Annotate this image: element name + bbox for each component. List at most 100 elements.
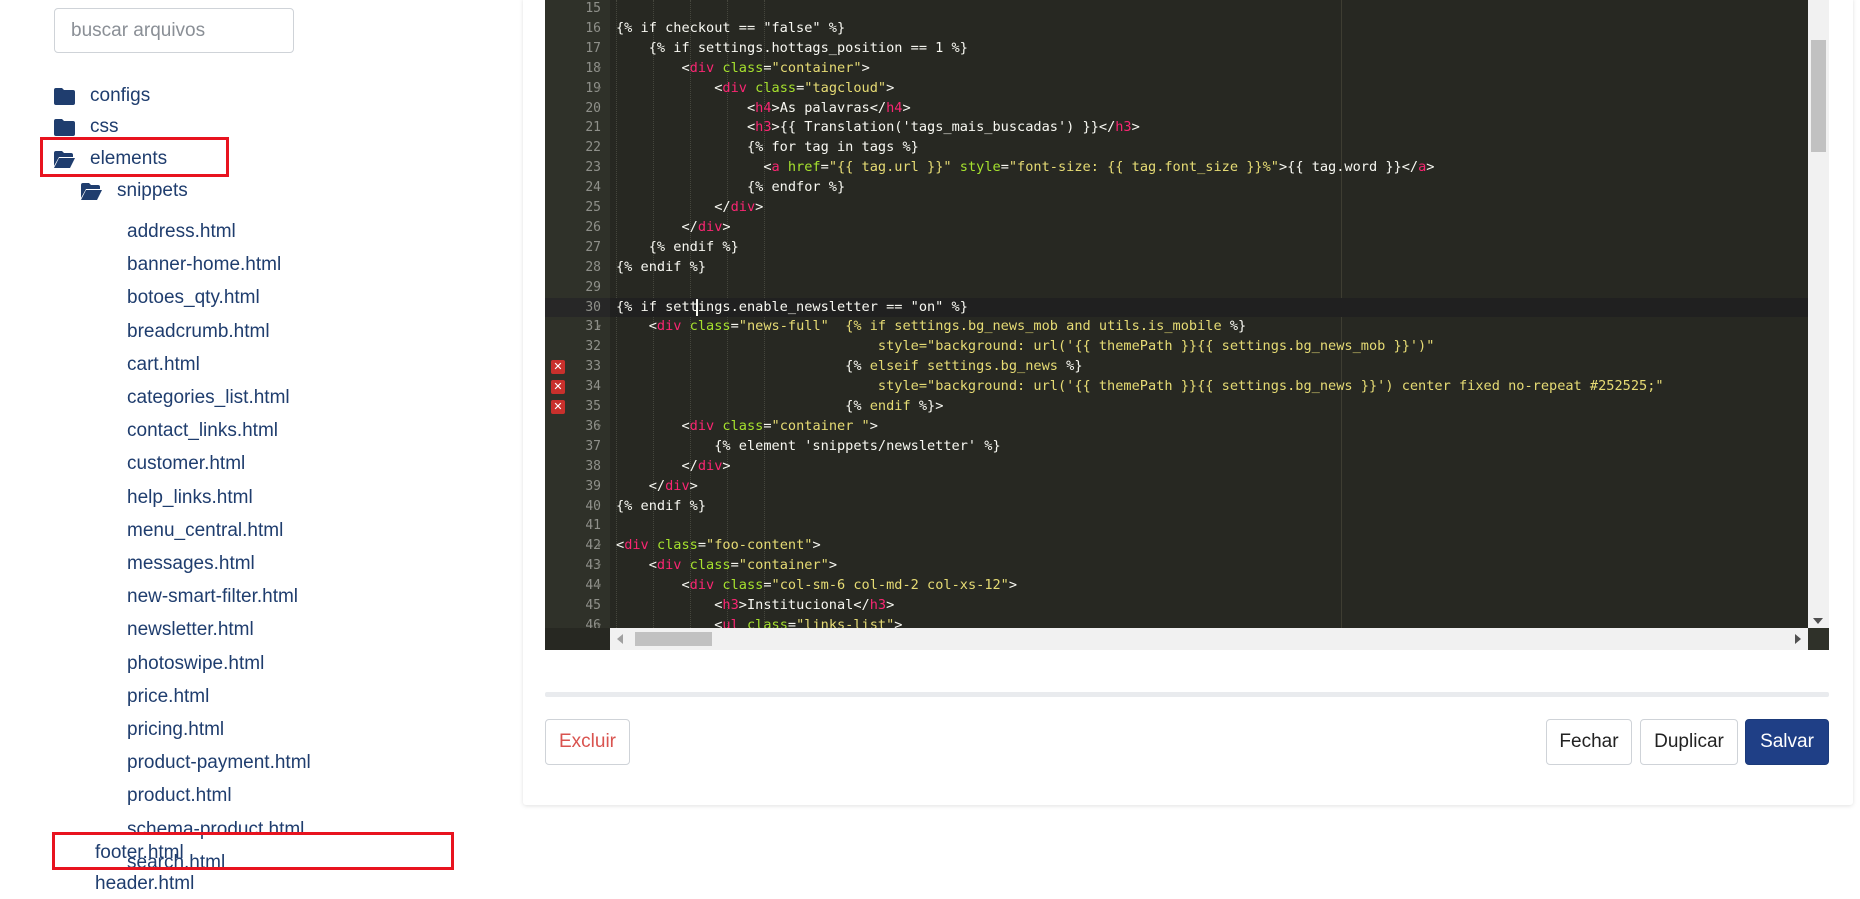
file-item[interactable]: banner-home.html bbox=[127, 250, 281, 280]
code-editor[interactable]: 15 16 17 18 ▾ 19 ▾ 20 21 22 23 24 25 26 27 28 29 30 31 ▾ 32 3… bbox=[545, 0, 1829, 650]
file-item[interactable]: breadcrumb.html bbox=[127, 317, 270, 347]
code-line: <div class="container "> bbox=[616, 417, 877, 436]
code-token: {% endif %} bbox=[616, 258, 707, 275]
fold-arrow-icon[interactable]: ▾ bbox=[597, 317, 607, 336]
error-icon[interactable]: ✕ bbox=[551, 379, 565, 394]
file-label: new-smart-filter.html bbox=[127, 586, 299, 607]
fold-arrow-icon[interactable]: ▾ bbox=[597, 59, 607, 78]
search-files-input[interactable] bbox=[54, 8, 294, 53]
code-token: = bbox=[1000, 159, 1009, 176]
fold-arrow-icon[interactable]: ▾ bbox=[597, 417, 607, 436]
code-token: elseif settings.bg_news bbox=[869, 358, 1058, 375]
code-token: div bbox=[624, 537, 649, 554]
horizontal-scrollbar-thumb[interactable] bbox=[635, 632, 712, 646]
code-token: h3 bbox=[722, 597, 739, 613]
code-token: "{{ tag.url }}" bbox=[828, 159, 952, 176]
file-item[interactable]: botoes_qty.html bbox=[127, 283, 260, 313]
code-token: href bbox=[787, 159, 821, 176]
file-item[interactable]: price.html bbox=[127, 682, 209, 712]
code-token: class bbox=[689, 557, 731, 574]
file-item[interactable]: customer.html bbox=[127, 449, 245, 479]
code-token: > bbox=[828, 557, 837, 574]
close-button[interactable]: Fechar bbox=[1546, 719, 1632, 765]
file-item[interactable]: product-payment.html bbox=[127, 748, 311, 778]
editor-gutter: 15 16 17 18 ▾ 19 ▾ 20 21 22 23 24 25 26 27 28 29 30 31 ▾ 32 3… bbox=[545, 0, 610, 628]
fold-arrow-icon[interactable]: ▾ bbox=[597, 79, 607, 98]
fold-arrow-icon[interactable]: ▾ bbox=[597, 616, 607, 628]
code-token: h3 bbox=[869, 597, 887, 613]
code-token: < bbox=[616, 99, 756, 116]
file-item[interactable]: product.html bbox=[127, 781, 232, 811]
fold-arrow-icon[interactable]: ▾ bbox=[597, 576, 607, 595]
save-button[interactable]: Salvar bbox=[1745, 719, 1829, 765]
line-number: 40 bbox=[585, 498, 601, 514]
file-item[interactable]: new-smart-filter.html bbox=[127, 582, 298, 612]
code-token: </ bbox=[616, 477, 666, 494]
fold-arrow-icon[interactable]: ▾ bbox=[597, 536, 607, 555]
code-token: >Institucional</ bbox=[738, 597, 870, 613]
horizontal-scrollbar[interactable] bbox=[610, 628, 1808, 650]
folder-snippets[interactable]: snippets bbox=[81, 176, 188, 206]
file-footer-html[interactable]: footer.html bbox=[95, 838, 184, 868]
code-token: {% bbox=[616, 398, 870, 414]
file-label: header.html bbox=[95, 873, 195, 894]
file-label: messages.html bbox=[127, 553, 255, 574]
code-token: ul bbox=[722, 616, 739, 628]
scroll-right-arrow-icon[interactable] bbox=[1795, 634, 1801, 644]
line-number: 46 bbox=[585, 617, 601, 628]
code-line: style="background: url('{{ themePath }}{… bbox=[616, 337, 1435, 356]
file-item[interactable]: pricing.html bbox=[127, 715, 224, 745]
line-number: 44 bbox=[585, 578, 601, 594]
code-token: %}> bbox=[910, 398, 944, 414]
code-token: > bbox=[886, 79, 895, 96]
file-item[interactable]: newsletter.html bbox=[127, 615, 254, 645]
code-token: {% endif %} bbox=[616, 238, 739, 255]
scroll-down-arrow-icon[interactable] bbox=[1813, 618, 1823, 624]
folder-css[interactable]: css bbox=[54, 112, 119, 142]
divider bbox=[545, 692, 1829, 697]
scroll-left-arrow-icon[interactable] bbox=[617, 634, 623, 644]
vertical-scrollbar-thumb[interactable] bbox=[1811, 40, 1826, 152]
vertical-scrollbar[interactable] bbox=[1808, 0, 1829, 628]
code-token: >{{ Translation('tags_mais_buscadas') }}… bbox=[771, 119, 1116, 136]
code-token: > bbox=[722, 218, 731, 235]
code-token: < bbox=[616, 318, 657, 335]
fold-arrow-icon[interactable]: ▾ bbox=[597, 556, 607, 575]
delete-button[interactable]: Excluir bbox=[545, 719, 630, 765]
line-number: 32 bbox=[585, 339, 601, 355]
code-line: <div class="container"> bbox=[616, 59, 869, 78]
code-token: = bbox=[730, 557, 739, 574]
file-label: newsletter.html bbox=[127, 619, 254, 640]
error-icon[interactable]: ✕ bbox=[551, 359, 565, 374]
code-token: class bbox=[746, 616, 788, 628]
code-line: <h4>As palavras</h4> bbox=[616, 99, 911, 118]
file-item[interactable]: messages.html bbox=[127, 549, 255, 579]
folder-configs[interactable]: configs bbox=[54, 81, 150, 111]
folder-elements[interactable]: elements bbox=[54, 144, 167, 174]
file-header-html[interactable]: header.html bbox=[95, 869, 194, 899]
file-item[interactable]: categories_list.html bbox=[127, 383, 290, 413]
code-token: %} bbox=[1057, 358, 1083, 375]
file-item[interactable]: help_links.html bbox=[127, 483, 253, 513]
file-item[interactable]: photoswipe.html bbox=[127, 649, 264, 679]
file-item[interactable]: cart.html bbox=[127, 350, 200, 380]
code-token: class bbox=[722, 59, 764, 76]
code-line: <div class="container"> bbox=[616, 556, 837, 575]
code-area[interactable]: {% if checkout == "false" %} {% if setti… bbox=[610, 0, 1808, 628]
code-token: h4 bbox=[755, 99, 772, 116]
file-item[interactable]: menu_central.html bbox=[127, 516, 283, 546]
error-icon[interactable]: ✕ bbox=[551, 399, 565, 414]
code-token: > bbox=[722, 457, 731, 474]
file-item[interactable]: address.html bbox=[127, 217, 236, 247]
duplicate-button[interactable]: Duplicar bbox=[1640, 719, 1738, 765]
code-token: class bbox=[656, 537, 698, 554]
code-token: >{{ tag.word }}</ bbox=[1278, 159, 1419, 176]
code-token: > bbox=[886, 597, 895, 613]
code-line: </div> bbox=[616, 218, 731, 237]
file-item[interactable]: contact_links.html bbox=[127, 416, 278, 446]
